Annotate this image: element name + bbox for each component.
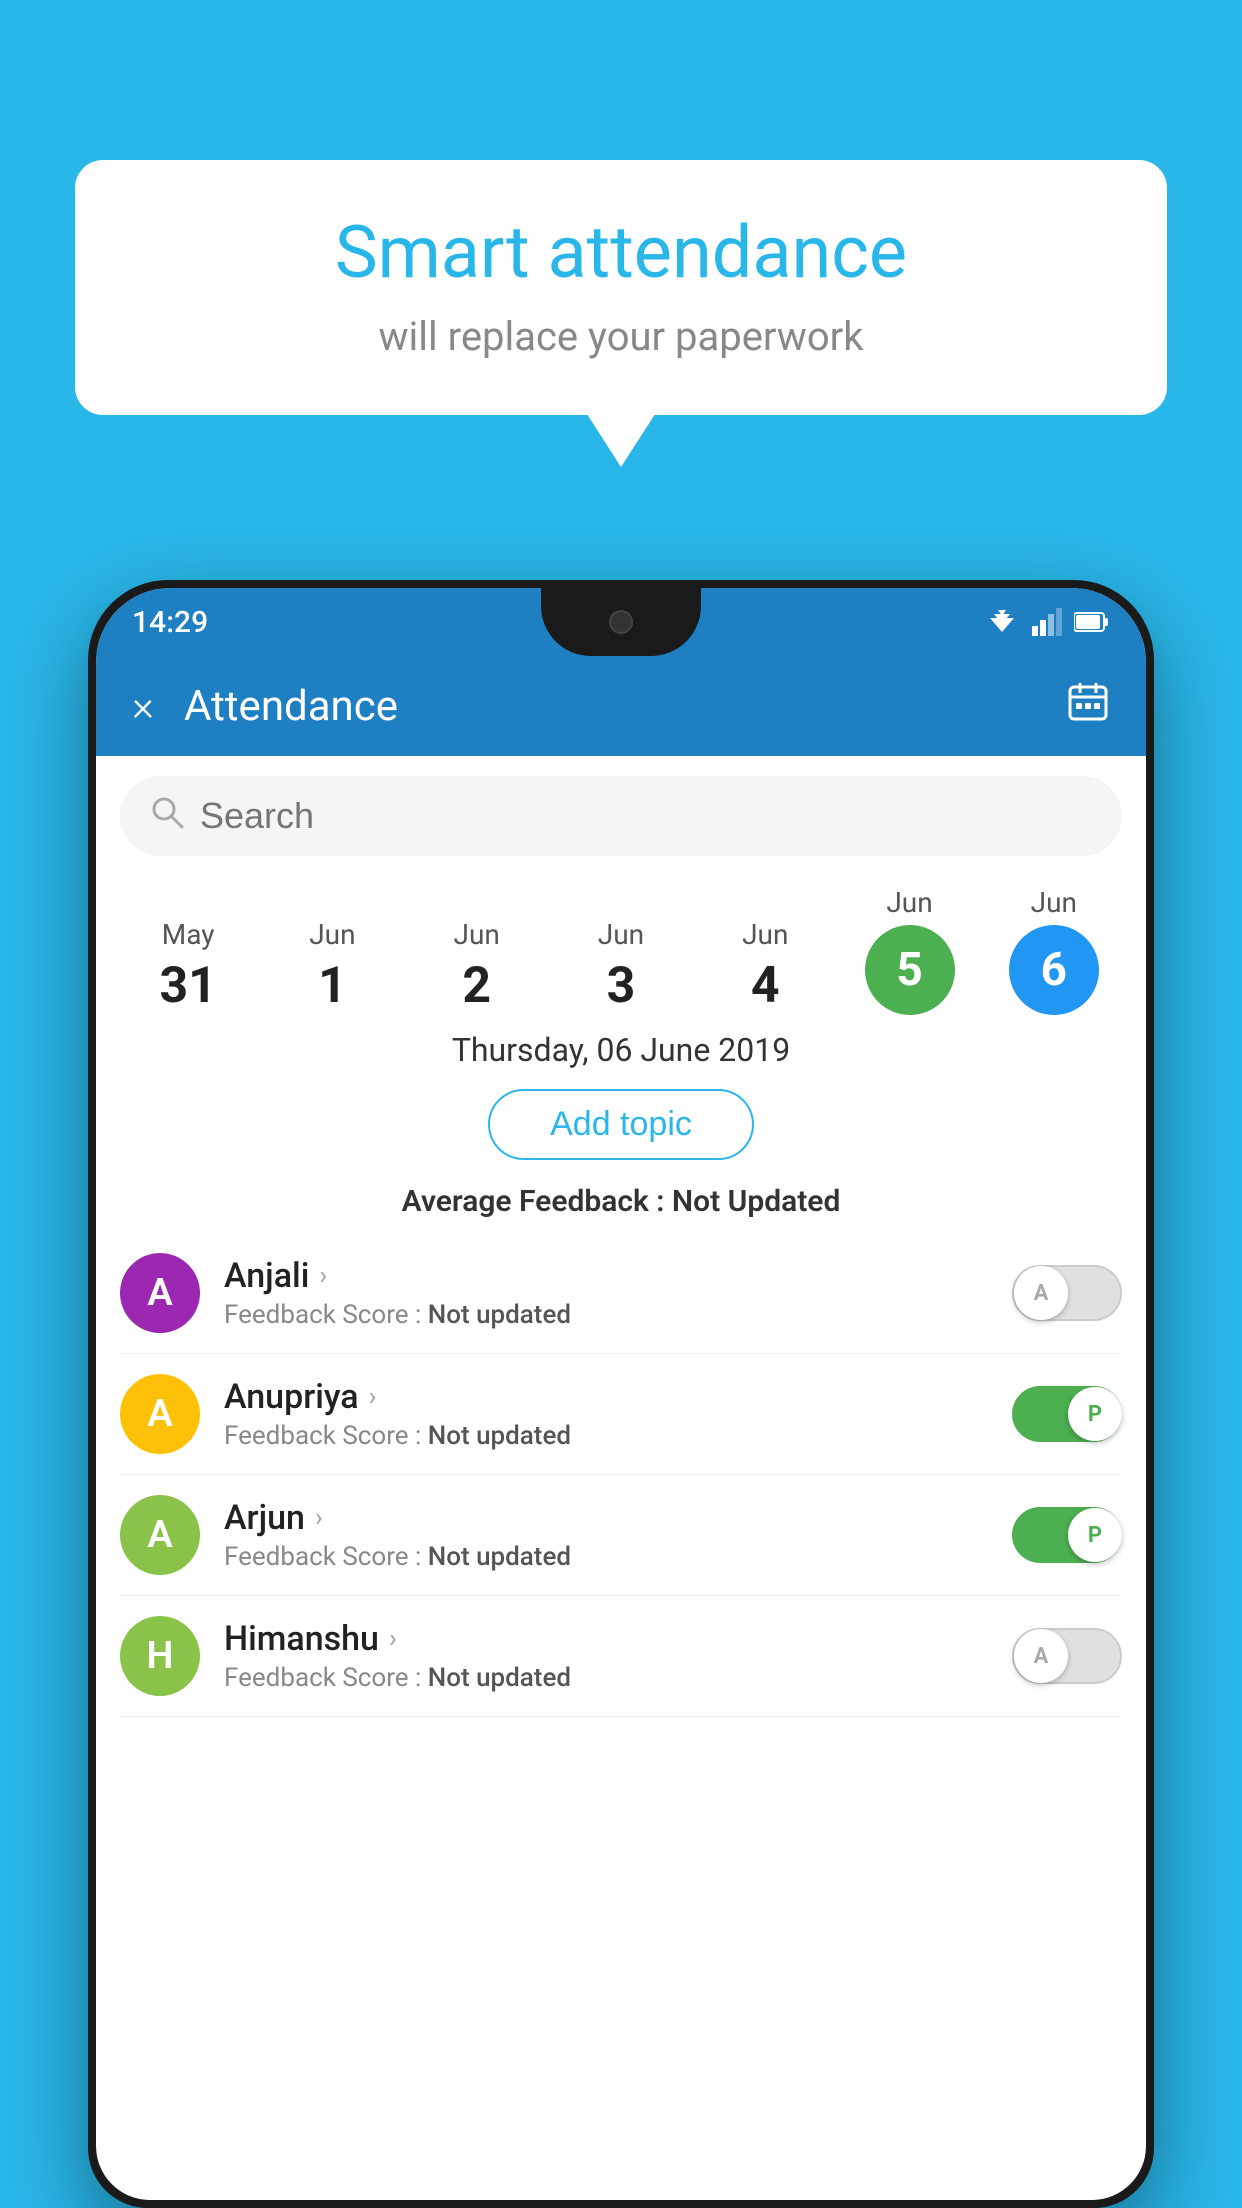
close-button[interactable]: ×: [132, 682, 154, 731]
toggle-switch[interactable]: P: [1012, 1386, 1122, 1442]
calendar-day[interactable]: May 31: [133, 918, 243, 1015]
calendar-row: May 31 Jun 1 Jun 2 Jun 3 Jun 4 Jun 5 Jun 6: [96, 876, 1146, 1015]
add-topic-button[interactable]: Add topic: [488, 1089, 754, 1160]
calendar-day[interactable]: Jun 5: [855, 886, 965, 1015]
notch-camera: [609, 610, 633, 634]
toggle-knob: P: [1068, 1508, 1122, 1562]
student-chevron-icon: ›: [389, 1624, 397, 1654]
selected-date-label: Thursday, 06 June 2019: [96, 1015, 1146, 1079]
student-item[interactable]: H Himanshu› Feedback Score : Not updated A: [120, 1596, 1122, 1717]
calendar-day[interactable]: Jun 2: [422, 918, 532, 1015]
calendar-month-label: Jun: [309, 918, 355, 951]
student-info: Anjali› Feedback Score : Not updated: [224, 1256, 988, 1330]
speech-bubble: Smart attendance will replace your paper…: [75, 160, 1167, 415]
student-item[interactable]: A Anjali› Feedback Score : Not updated A: [120, 1233, 1122, 1354]
student-name: Himanshu›: [224, 1619, 988, 1659]
search-input[interactable]: [200, 795, 1092, 837]
calendar-icon[interactable]: [1066, 679, 1110, 733]
attendance-toggle[interactable]: A: [1012, 1628, 1122, 1684]
student-feedback: Feedback Score : Not updated: [224, 1663, 988, 1693]
app-bar-title: Attendance: [184, 682, 1066, 731]
calendar-day[interactable]: Jun 4: [710, 918, 820, 1015]
search-bar[interactable]: [120, 776, 1122, 856]
phone-inner: 14:29: [96, 588, 1146, 2200]
student-avatar: A: [120, 1374, 200, 1454]
battery-icon: [1074, 611, 1110, 633]
calendar-month-label: Jun: [598, 918, 644, 951]
student-avatar: A: [120, 1495, 200, 1575]
calendar-day-num: 4: [751, 957, 780, 1015]
phone-notch: [541, 588, 701, 656]
student-item[interactable]: A Anupriya› Feedback Score : Not updated P: [120, 1354, 1122, 1475]
app-bar: × Attendance: [96, 656, 1146, 756]
calendar-day[interactable]: Jun 3: [566, 918, 676, 1015]
attendance-toggle[interactable]: P: [1012, 1507, 1122, 1563]
phone-screen: 14:29: [96, 588, 1146, 2200]
calendar-day[interactable]: Jun 6: [999, 886, 1109, 1015]
student-chevron-icon: ›: [319, 1261, 327, 1291]
attendance-toggle[interactable]: A: [1012, 1265, 1122, 1321]
calendar-month-label: May: [162, 918, 215, 951]
phone-frame: 14:29: [88, 580, 1154, 2208]
avg-feedback-value: Not Updated: [672, 1184, 840, 1219]
student-info: Himanshu› Feedback Score : Not updated: [224, 1619, 988, 1693]
calendar-day-num: 31: [159, 957, 216, 1015]
wifi-icon: [984, 608, 1020, 636]
status-time: 14:29: [132, 605, 208, 640]
student-feedback: Feedback Score : Not updated: [224, 1542, 988, 1572]
attendance-toggle[interactable]: P: [1012, 1386, 1122, 1442]
toggle-switch[interactable]: A: [1012, 1265, 1122, 1321]
calendar-day[interactable]: Jun 1: [277, 918, 387, 1015]
toggle-switch[interactable]: A: [1012, 1628, 1122, 1684]
calendar-month-label: Jun: [1031, 886, 1077, 919]
toggle-knob: A: [1014, 1266, 1068, 1320]
student-item[interactable]: A Arjun› Feedback Score : Not updated P: [120, 1475, 1122, 1596]
calendar-day-num: 3: [607, 957, 636, 1015]
avg-feedback-label: Average Feedback :: [402, 1184, 665, 1219]
toggle-switch[interactable]: P: [1012, 1507, 1122, 1563]
status-icons: [984, 608, 1110, 636]
student-chevron-icon: ›: [315, 1503, 323, 1533]
calendar-day-num: 6: [1009, 925, 1099, 1015]
avg-feedback: Average Feedback : Not Updated: [96, 1170, 1146, 1233]
toggle-knob: A: [1014, 1629, 1068, 1683]
calendar-day-num: 1: [318, 957, 347, 1015]
signal-icon: [1032, 608, 1062, 636]
calendar-month-label: Jun: [742, 918, 788, 951]
student-info: Anupriya› Feedback Score : Not updated: [224, 1377, 988, 1451]
calendar-day-num: 5: [865, 925, 955, 1015]
calendar-day-num: 2: [462, 957, 491, 1015]
student-feedback: Feedback Score : Not updated: [224, 1300, 988, 1330]
status-bar: 14:29: [96, 588, 1146, 656]
calendar-month-label: Jun: [886, 886, 932, 919]
search-icon: [150, 795, 184, 838]
student-name: Arjun›: [224, 1498, 988, 1538]
toggle-knob: P: [1068, 1387, 1122, 1441]
student-info: Arjun› Feedback Score : Not updated: [224, 1498, 988, 1572]
calendar-month-label: Jun: [454, 918, 500, 951]
student-list: AAnjali›Feedback Score : Not updatedAAAn…: [96, 1233, 1146, 1717]
student-name: Anjali›: [224, 1256, 988, 1296]
speech-bubble-subtitle: will replace your paperwork: [135, 313, 1107, 360]
speech-bubble-title: Smart attendance: [135, 210, 1107, 295]
student-name: Anupriya›: [224, 1377, 988, 1417]
student-avatar: A: [120, 1253, 200, 1333]
student-chevron-icon: ›: [369, 1382, 377, 1412]
student-avatar: H: [120, 1616, 200, 1696]
student-feedback: Feedback Score : Not updated: [224, 1421, 988, 1451]
